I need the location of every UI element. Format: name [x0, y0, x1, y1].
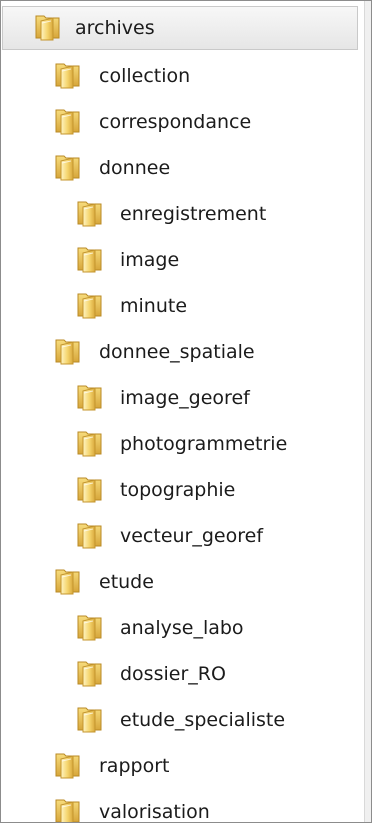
tree-item-label: minute [120, 295, 188, 317]
tree-item-correspondance[interactable]: correspondance [1, 99, 361, 145]
tree-item-valorisation[interactable]: valorisation [1, 789, 361, 823]
tree-item-label: image_georef [120, 387, 250, 409]
tree-item-label: donnee_spatiale [99, 341, 255, 363]
scrollbar[interactable] [364, 1, 371, 822]
tree-item-donnee[interactable]: donnee [1, 145, 361, 191]
tree-item-label: archives [75, 17, 155, 39]
tree-item-etude[interactable]: etude [1, 559, 361, 605]
tree-item-label: analyse_labo [120, 617, 244, 639]
tree-item-label: donnee [99, 157, 171, 179]
folder-icon [35, 15, 60, 41]
tree-item-label: etude_specialiste [120, 709, 286, 731]
tree-item-vecteur-georef[interactable]: vecteur_georef [1, 513, 361, 559]
folder-tree-panel: archives collection correspondance donnee e… [0, 0, 372, 823]
tree-item-label: etude [99, 571, 154, 593]
folder-icon [55, 753, 80, 779]
folder-icon [55, 109, 80, 135]
folder-icon [77, 523, 102, 549]
tree-item-enregistrement[interactable]: enregistrement [1, 191, 361, 237]
tree-item-label: image [120, 249, 180, 271]
tree-item-dossier-ro[interactable]: dossier_RO [1, 651, 361, 697]
folder-icon [77, 247, 102, 273]
folder-icon [55, 155, 80, 181]
tree-item-donnee-spatiale[interactable]: donnee_spatiale [1, 329, 361, 375]
tree-item-label: dossier_RO [120, 663, 226, 685]
tree-item-topographie[interactable]: topographie [1, 467, 361, 513]
folder-icon [77, 201, 102, 227]
tree-item-archives[interactable]: archives [1, 5, 361, 51]
folder-icon [55, 63, 80, 89]
tree-item-minute[interactable]: minute [1, 283, 361, 329]
folder-icon [77, 615, 102, 641]
tree-item-photogrammetrie[interactable]: photogrammetrie [1, 421, 361, 467]
tree-item-label: correspondance [99, 111, 252, 133]
tree-item-image-georef[interactable]: image_georef [1, 375, 361, 421]
tree-item-label: rapport [99, 755, 170, 777]
tree-item-etude-specialiste[interactable]: etude_specialiste [1, 697, 361, 743]
folder-icon [55, 339, 80, 365]
tree-item-label: enregistrement [120, 203, 267, 225]
tree-item-rapport[interactable]: rapport [1, 743, 361, 789]
tree-item-image[interactable]: image [1, 237, 361, 283]
folder-icon [55, 799, 80, 822]
folder-icon [55, 569, 80, 595]
folder-icon [77, 707, 102, 733]
folder-icon [77, 661, 102, 687]
tree-item-label: photogrammetrie [120, 433, 288, 455]
tree-item-label: topographie [120, 479, 236, 501]
tree-item-analyse-labo[interactable]: analyse_labo [1, 605, 361, 651]
tree-item-label: vecteur_georef [120, 525, 264, 547]
folder-icon [77, 385, 102, 411]
tree-item-label: valorisation [99, 801, 210, 823]
folder-icon [77, 477, 102, 503]
tree-item-collection[interactable]: collection [1, 53, 361, 99]
tree-item-label: collection [99, 65, 191, 87]
folder-icon [77, 293, 102, 319]
folder-icon [77, 431, 102, 457]
